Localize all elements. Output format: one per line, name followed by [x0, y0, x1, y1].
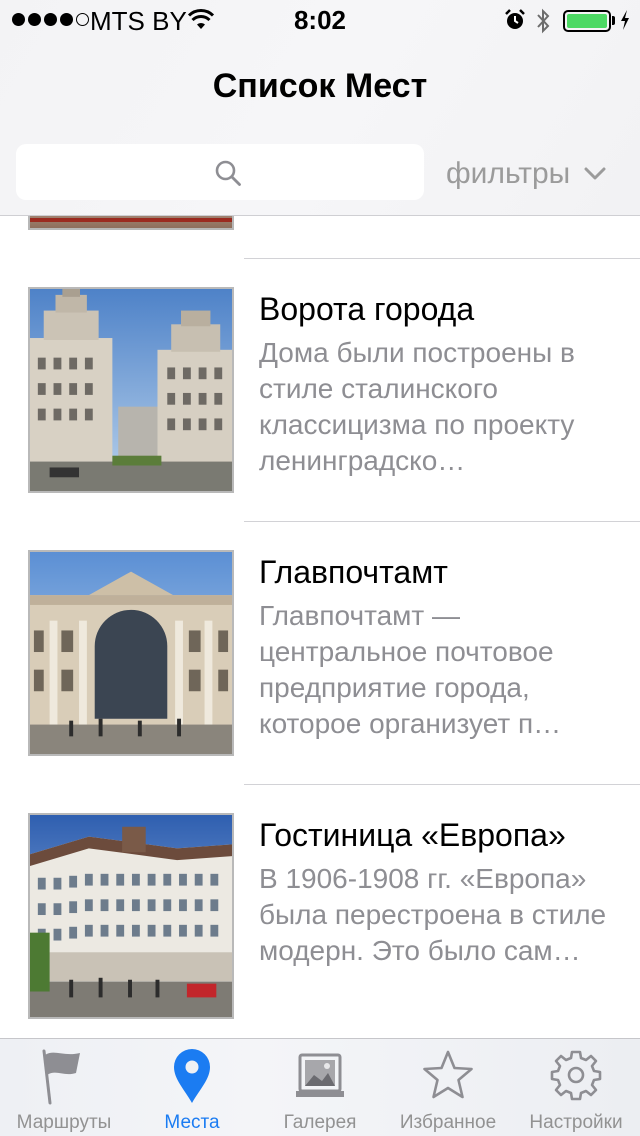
- gallery-icon: [296, 1053, 344, 1097]
- bluetooth-icon: [537, 8, 550, 34]
- tab-settings[interactable]: Настройки: [512, 1039, 640, 1136]
- navigation-header: MTS BY 8:02 Список Мест фильтры: [0, 0, 640, 216]
- search-input[interactable]: [16, 144, 424, 200]
- place-thumbnail: [28, 550, 234, 756]
- chevron-down-icon: [584, 167, 606, 180]
- alarm-clock-icon: [505, 9, 525, 29]
- place-thumbnail: [28, 287, 234, 493]
- search-field[interactable]: [16, 144, 424, 200]
- place-title: Ворота города: [259, 291, 475, 327]
- tab-label: Настройки: [529, 1112, 623, 1133]
- place-thumbnail: [28, 813, 234, 1019]
- place-row-city-gates[interactable]: Ворота города Дома были построены в стил…: [0, 259, 640, 521]
- tab-label: Маршруты: [16, 1112, 112, 1133]
- place-thumbnail-partial[interactable]: [28, 216, 234, 230]
- place-row-hotel-europe[interactable]: Гостиница «Европа» В 1906-1908 гг. «Евро…: [0, 785, 640, 1038]
- charging-bolt-icon: [621, 10, 629, 30]
- filters-dropdown[interactable]: фильтры: [446, 154, 606, 194]
- place-title: Главпочтамт: [259, 554, 448, 590]
- place-row-main-post-office[interactable]: Главпочтамт Главпочтамт — центральное по…: [0, 522, 640, 784]
- place-description: Дома были построены в стиле сталинского …: [259, 337, 575, 476]
- location-pin-icon: [174, 1049, 210, 1103]
- tab-places[interactable]: Места: [128, 1039, 256, 1136]
- place-description: Главпочтамт — центральное почтовое предп…: [259, 600, 562, 739]
- tab-gallery[interactable]: Галерея: [256, 1039, 384, 1136]
- filters-label: фильтры: [446, 157, 571, 190]
- gear-icon: [550, 1050, 602, 1101]
- battery-icon: [563, 10, 611, 32]
- places-list[interactable]: Ворота города Дома были построены в стил…: [0, 216, 640, 1038]
- tab-label: Места: [164, 1112, 220, 1133]
- tab-label: Избранное: [399, 1112, 497, 1133]
- tab-routes[interactable]: Маршруты: [0, 1039, 128, 1136]
- tab-favorites[interactable]: Избранное: [384, 1039, 512, 1136]
- tab-label: Галерея: [283, 1112, 357, 1133]
- tab-bar: Маршруты Места Галерея Избранное Настрой…: [0, 1038, 640, 1136]
- star-icon: [423, 1050, 473, 1099]
- status-bar: MTS BY 8:02: [0, 0, 640, 40]
- place-description: В 1906-1908 гг. «Европа» была перестроен…: [259, 863, 607, 966]
- flag-icon: [42, 1049, 80, 1105]
- page-title: Список Мест: [212, 67, 428, 105]
- place-title: Гостиница «Европа»: [259, 817, 566, 853]
